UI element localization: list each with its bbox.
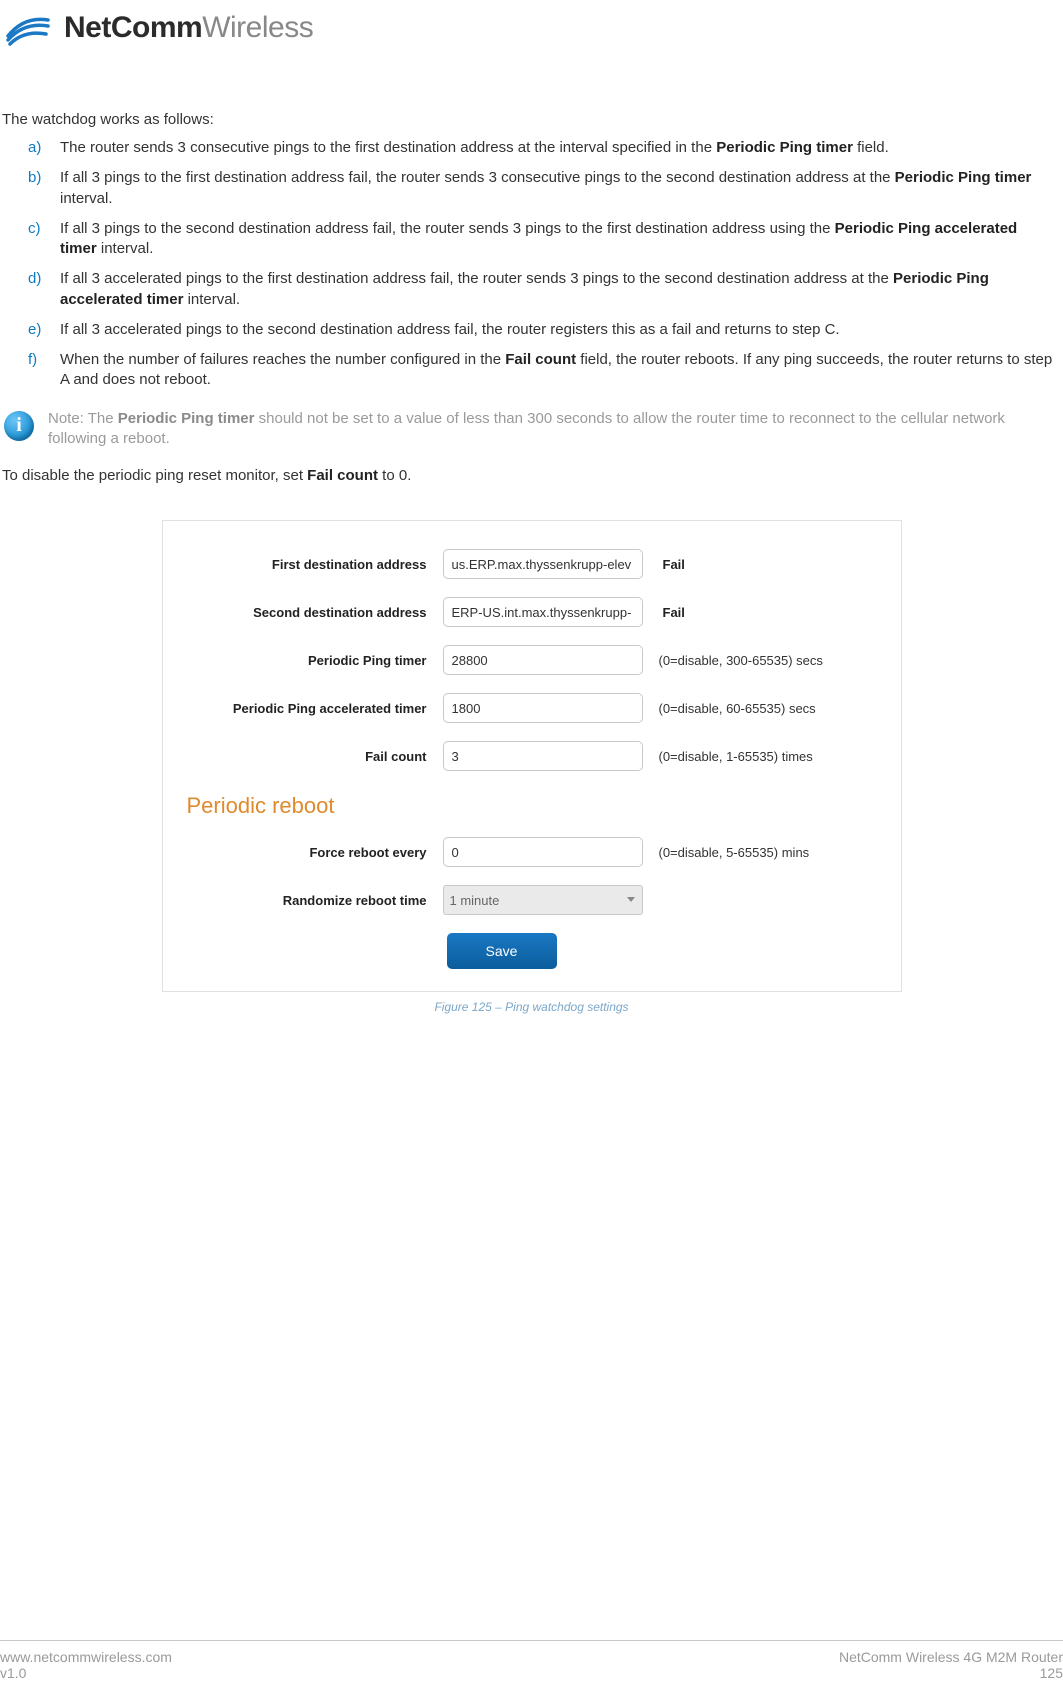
- save-button[interactable]: Save: [447, 933, 557, 969]
- fail-count-hint: (0=disable, 1-65535) times: [659, 749, 813, 764]
- figure-caption: Figure 125 – Ping watchdog settings: [162, 1000, 902, 1014]
- force-reboot-label: Force reboot every: [183, 845, 443, 860]
- list-item: f)When the number of failures reaches th…: [60, 350, 1063, 391]
- fail-count-row: Fail count (0=disable, 1-65535) times: [183, 741, 881, 771]
- accel-timer-row: Periodic Ping accelerated timer (0=disab…: [183, 693, 881, 723]
- second-dest-input[interactable]: [443, 597, 643, 627]
- list-marker: f): [28, 350, 37, 370]
- footer-url: www.netcommwireless.com: [0, 1649, 172, 1665]
- list-marker: b): [28, 168, 41, 188]
- ping-timer-row: Periodic Ping timer (0=disable, 300-6553…: [183, 645, 881, 675]
- second-dest-label: Second destination address: [183, 605, 443, 620]
- intro-text: The watchdog works as follows:: [2, 111, 1063, 128]
- footer-product: NetComm Wireless 4G M2M Router: [839, 1649, 1063, 1665]
- watchdog-steps-list: a)The router sends 3 consecutive pings t…: [0, 138, 1063, 391]
- list-item: e)If all 3 accelerated pings to the seco…: [60, 320, 1063, 340]
- list-item: a)The router sends 3 consecutive pings t…: [60, 138, 1063, 158]
- periodic-reboot-title: Periodic reboot: [187, 793, 881, 819]
- list-item: d)If all 3 accelerated pings to the firs…: [60, 269, 1063, 310]
- second-dest-status: Fail: [663, 605, 685, 620]
- brand-light: Wireless: [202, 11, 313, 44]
- accel-timer-input[interactable]: [443, 693, 643, 723]
- ping-timer-label: Periodic Ping timer: [183, 653, 443, 668]
- footer-page: 125: [839, 1665, 1063, 1681]
- randomize-select[interactable]: [443, 885, 643, 915]
- fail-count-input[interactable]: [443, 741, 643, 771]
- brand-bold: NetComm: [64, 11, 202, 44]
- figure-wrap: First destination address Fail Second de…: [162, 520, 902, 1014]
- list-marker: d): [28, 269, 41, 289]
- footer-left: www.netcommwireless.com v1.0: [0, 1649, 172, 1681]
- randomize-select-wrap: [443, 885, 643, 915]
- list-marker: a): [28, 138, 41, 158]
- accel-timer-hint: (0=disable, 60-65535) secs: [659, 701, 816, 716]
- settings-panel: First destination address Fail Second de…: [162, 520, 902, 992]
- first-dest-status: Fail: [663, 557, 685, 572]
- brand-name: NetCommWireless: [64, 11, 313, 45]
- first-dest-input[interactable]: [443, 549, 643, 579]
- disable-instruction: To disable the periodic ping reset monit…: [2, 467, 1063, 484]
- footer-version: v1.0: [0, 1665, 172, 1681]
- first-dest-row: First destination address Fail: [183, 549, 881, 579]
- fail-count-label: Fail count: [183, 749, 443, 764]
- brand-swoosh-icon: [6, 10, 50, 46]
- force-reboot-input[interactable]: [443, 837, 643, 867]
- brand-logo-row: NetCommWireless: [0, 0, 1063, 56]
- ping-timer-input[interactable]: [443, 645, 643, 675]
- list-marker: e): [28, 320, 41, 340]
- footer-right: NetComm Wireless 4G M2M Router 125: [839, 1649, 1063, 1681]
- list-item: c)If all 3 pings to the second destinati…: [60, 219, 1063, 260]
- note-text: Note: The Periodic Ping timer should not…: [48, 409, 1063, 450]
- ping-timer-hint: (0=disable, 300-65535) secs: [659, 653, 823, 668]
- list-marker: c): [28, 219, 41, 239]
- page-footer: www.netcommwireless.com v1.0 NetComm Wir…: [0, 1640, 1063, 1681]
- force-reboot-hint: (0=disable, 5-65535) mins: [659, 845, 810, 860]
- first-dest-label: First destination address: [183, 557, 443, 572]
- second-dest-row: Second destination address Fail: [183, 597, 881, 627]
- list-item: b)If all 3 pings to the first destinatio…: [60, 168, 1063, 209]
- force-reboot-row: Force reboot every (0=disable, 5-65535) …: [183, 837, 881, 867]
- accel-timer-label: Periodic Ping accelerated timer: [183, 701, 443, 716]
- info-icon: i: [4, 411, 34, 441]
- note-row: i Note: The Periodic Ping timer should n…: [4, 409, 1063, 450]
- randomize-label: Randomize reboot time: [183, 893, 443, 908]
- randomize-row: Randomize reboot time: [183, 885, 881, 915]
